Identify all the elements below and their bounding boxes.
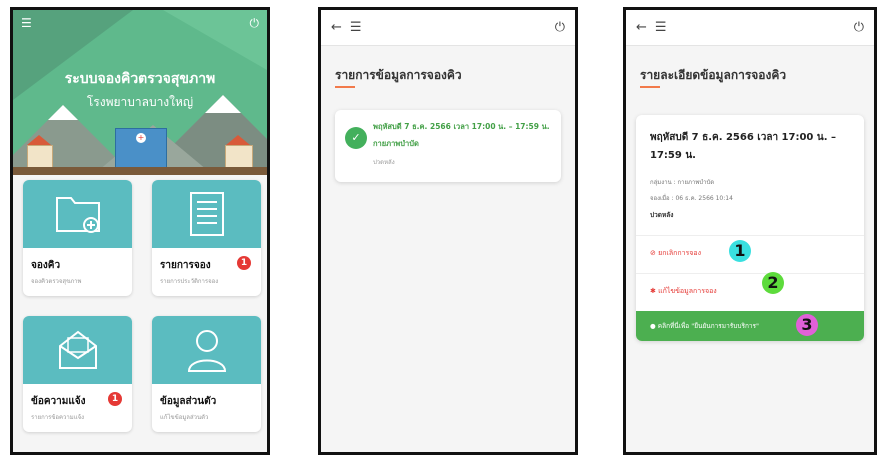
booking-detail-screen: ← ☰ ⏻ รายละเอียดข้อมูลการจองคิว พฤหัสบดี… xyxy=(623,7,877,455)
booking-list-screen: ← ☰ ⏻ รายการข้อมูลการจองคิว ✓ พฤหัสบดี 7… xyxy=(318,7,578,455)
power-icon[interactable]: ⏻ xyxy=(555,20,565,35)
booking-datetime: พฤหัสบดี 7 ธ.ค. 2566 เวลา 17:00 น. – 17:… xyxy=(373,122,550,131)
tile-subtitle: รายการข้อความแจ้ง xyxy=(31,414,85,421)
navbar: ← ☰ ⏻ xyxy=(626,10,874,46)
marker-3: 3 xyxy=(796,314,818,336)
tile-title: ข้อความแจ้ง xyxy=(31,396,86,407)
title-underline xyxy=(335,86,355,88)
tile-subtitle: จองคิวตรวจสุขภาพ xyxy=(31,278,82,285)
power-icon[interactable]: ⏻ xyxy=(854,20,864,35)
hospital-building: + xyxy=(115,128,167,170)
menu-icon[interactable]: ☰ xyxy=(350,20,362,35)
cancel-booking-button[interactable]: ⊘ ยกเลิกการจอง xyxy=(650,248,701,259)
divider xyxy=(636,273,864,274)
booking-item-card[interactable]: ✓ พฤหัสบดี 7 ธ.ค. 2566 เวลา 17:00 น. – 1… xyxy=(335,110,561,182)
hero-banner: ☰ ⏻ ระบบจองคิวตรวจสุขภาพ โรงพยาบาลบางใหญ… xyxy=(13,10,267,175)
profile-tile[interactable]: ข้อมูลส่วนตัว แก้ไขข้อมูลส่วนตัว xyxy=(152,316,261,432)
confirm-attendance-button[interactable]: ● คลิกที่นี่เพื่อ "ยืนยันการมารับบริการ" xyxy=(636,311,864,341)
home-topbar: ☰ ⏻ xyxy=(21,16,259,36)
ground-strip xyxy=(13,167,267,175)
folder-add-icon xyxy=(23,180,132,248)
menu-icon[interactable]: ☰ xyxy=(655,20,667,35)
messages-tile[interactable]: ข้อความแจ้ง รายการข้อความแจ้ง 1 xyxy=(23,316,132,432)
booking-datetime: พฤหัสบดี 7 ธ.ค. 2566 เวลา 17:00 น. – 17:… xyxy=(650,132,836,161)
booking-symptom: ปวดหลัง xyxy=(650,211,674,219)
notification-badge: 1 xyxy=(237,256,251,270)
check-circle-icon: ✓ xyxy=(345,127,367,149)
edit-booking-button[interactable]: ✱ แก้ไขข้อมูลการจอง xyxy=(650,286,717,297)
list-document-icon xyxy=(152,180,261,248)
envelope-icon xyxy=(23,316,132,384)
back-arrow-icon[interactable]: ← xyxy=(331,20,342,35)
home-screen: ☰ ⏻ ระบบจองคิวตรวจสุขภาพ โรงพยาบาลบางใหญ… xyxy=(10,7,270,455)
tile-title: จองคิว xyxy=(31,260,61,271)
hospital-name: โรงพยาบาลบางใหญ่ xyxy=(86,95,194,109)
page-title: รายละเอียดข้อมูลการจองคิว xyxy=(640,68,787,82)
house-left xyxy=(27,145,53,169)
booking-list-tile[interactable]: รายการจอง รายการประวัติการจอง 1 xyxy=(152,180,261,296)
tile-subtitle: แก้ไขข้อมูลส่วนตัว xyxy=(160,414,209,421)
navbar: ← ☰ ⏻ xyxy=(321,10,575,46)
book-queue-tile[interactable]: จองคิว จองคิวตรวจสุขภาพ xyxy=(23,180,132,296)
divider xyxy=(636,235,864,236)
booking-symptom: ปวดหลัง xyxy=(373,159,395,166)
house-right xyxy=(225,145,253,169)
menu-icon[interactable]: ☰ xyxy=(21,16,32,36)
marker-1: 1 xyxy=(729,240,751,262)
booking-created: จองเมื่อ : 06 ธ.ค. 2566 10:14 xyxy=(650,195,733,202)
power-icon[interactable]: ⏻ xyxy=(250,16,260,36)
page-title: รายการข้อมูลการจองคิว xyxy=(335,68,462,82)
user-icon xyxy=(152,316,261,384)
notification-badge: 1 xyxy=(108,392,122,406)
booking-department: กายภาพบำบัด xyxy=(373,139,419,148)
hospital-cross-icon: + xyxy=(136,133,146,143)
booking-group: กลุ่มงาน : กายภาพบำบัด xyxy=(650,179,715,186)
house-right-roof xyxy=(226,135,250,145)
tile-title: ข้อมูลส่วนตัว xyxy=(160,396,217,407)
title-underline xyxy=(640,86,660,88)
app-title: ระบบจองคิวตรวจสุขภาพ xyxy=(64,71,216,87)
house-left-roof xyxy=(27,135,51,145)
tile-subtitle: รายการประวัติการจอง xyxy=(160,278,219,285)
tile-title: รายการจอง xyxy=(160,260,211,271)
marker-2: 2 xyxy=(762,272,784,294)
booking-detail-card: พฤหัสบดี 7 ธ.ค. 2566 เวลา 17:00 น. – 17:… xyxy=(636,115,864,341)
back-arrow-icon[interactable]: ← xyxy=(636,20,647,35)
